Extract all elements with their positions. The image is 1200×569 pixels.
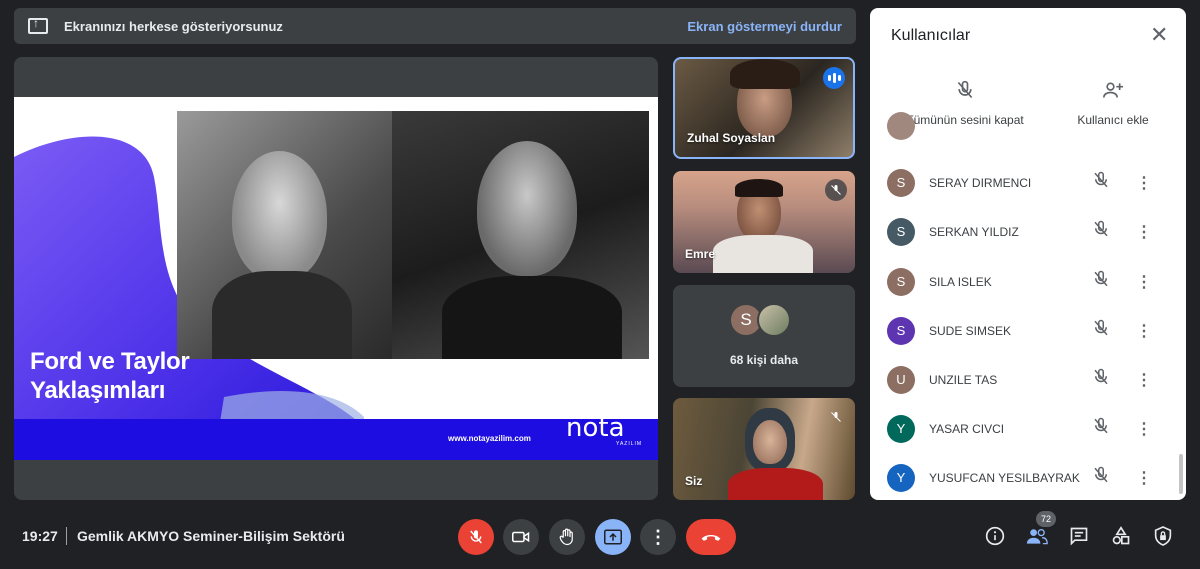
people-icon [1026,528,1048,545]
more-vert-icon: ⋮ [649,527,667,547]
slide-footer-bar [14,419,658,460]
participant-row[interactable]: Y YASAR CIVCI ⋮ [870,404,1180,453]
avatar: Y [887,414,915,443]
self-view-tile[interactable]: Siz [673,398,855,500]
participant-name: Siz [685,474,703,488]
mic-off-icon[interactable] [1092,270,1110,293]
meeting-details-button[interactable] [981,522,1009,550]
mic-off-icon[interactable] [1092,368,1110,391]
mic-off-icon [470,530,482,544]
present-screen-button[interactable] [595,519,631,555]
participant-row[interactable]: Y YUSUFCAN YESILBAYRAK ⋮ [870,453,1180,500]
bottom-toolbar: 19:27 Gemlik AKMYO Seminer-Bilişim Sektö… [0,515,1200,561]
nota-logo-sub: YAZILIM [616,441,643,447]
speaking-indicator-icon [823,67,845,89]
participant-name: Emre [685,247,716,261]
mic-off-icon [957,80,973,99]
participant-name: SERAY DIRMENCI [929,175,1032,190]
participant-tile-emre[interactable]: Emre [673,171,855,273]
avatar: S [887,217,915,246]
participant-name: SILA ISLEK [929,274,992,289]
avatar: S [887,267,915,296]
microphone-toggle-button[interactable] [458,519,494,555]
mic-off-icon[interactable] [1092,417,1110,440]
avatar: S [887,316,915,345]
host-controls-button[interactable] [1149,522,1177,550]
participant-name: YASAR CIVCI [929,421,1005,436]
more-vert-icon[interactable]: ⋮ [1136,321,1152,341]
slide-website: www.notayazilim.com [448,434,531,443]
avatar: Y [887,463,915,492]
avatar: U [887,365,915,394]
more-participants-avatars: S [729,303,791,337]
avatar [887,112,915,140]
mic-off-icon [825,406,847,428]
panel-scrollbar[interactable] [1179,454,1183,494]
slide-title: Ford ve Taylor Yaklaşımları [30,347,190,405]
sharing-message: Ekranınızı herkese gösteriyorsunuz [64,18,283,34]
more-vert-icon[interactable]: ⋮ [1136,370,1152,390]
stop-sharing-button[interactable]: Ekran göstermeyi durdur [687,19,842,34]
participant-name: SERKAN YILDIZ [929,224,1019,239]
call-end-icon [701,535,721,541]
videocam-icon [512,531,530,543]
info-icon [985,526,1005,546]
more-vert-icon[interactable]: ⋮ [1136,272,1152,292]
slide-title-line1: Ford ve Taylor [30,348,190,375]
participant-row[interactable]: U UNZILE TAS ⋮ [870,355,1180,404]
participant-name: Zuhal Soyaslan [687,131,776,145]
shield-lock-icon [1154,526,1172,546]
participant-name: SUDE SIMSEK [929,323,1012,338]
avatar: S [887,168,915,197]
participant-name: UNZILE TAS [929,372,998,387]
nota-logo: nota [566,413,625,443]
clock-time: 19:27 [22,528,58,544]
more-participants-label: 68 kişi daha [729,353,799,367]
add-person-icon [1103,82,1123,98]
present-to-all-icon [604,529,622,545]
presentation-stage: Ford ve Taylor Yaklaşımları www.notayazi… [14,57,658,500]
slide-title-line2: Yaklaşımları [30,377,166,404]
more-vert-icon[interactable]: ⋮ [1136,419,1152,439]
camera-toggle-button[interactable] [503,519,539,555]
participant-tile-zuhal[interactable]: Zuhal Soyaslan [673,57,855,159]
more-options-button[interactable]: ⋮ [640,519,676,555]
mic-off-icon[interactable] [1092,171,1110,194]
hand-icon [559,528,573,546]
participant-count-badge: 72 [1036,511,1056,527]
participant-row[interactable]: S SILA ISLEK ⋮ [870,257,1180,306]
mic-off-icon [825,179,847,201]
participant-name: YUSUFCAN YESILBAYRAK [929,470,1080,485]
more-vert-icon[interactable]: ⋮ [1136,173,1152,193]
mic-off-icon[interactable] [1092,220,1110,243]
ford-portrait-image [177,111,392,359]
panel-title: Kullanıcılar [891,27,971,44]
participant-row[interactable]: S SERKAN YILDIZ ⋮ [870,207,1180,256]
chat-icon [1070,527,1088,546]
mic-off-icon[interactable] [1092,319,1110,342]
taylor-portrait-image [392,111,649,359]
mic-off-icon[interactable] [1092,466,1110,489]
shared-slide: Ford ve Taylor Yaklaşımları www.notayazi… [14,97,658,460]
raise-hand-button[interactable] [549,519,585,555]
close-icon[interactable]: ✕ [1150,22,1168,48]
screen-share-banner: Ekranınızı herkese gösteriyorsunuz Ekran… [14,8,856,44]
meeting-title: Gemlik AKMYO Seminer-Bilişim Sektörü [77,528,345,544]
participant-row[interactable]: S SUDE SIMSEK ⋮ [870,306,1180,355]
divider [66,527,67,545]
list-item [870,112,1180,142]
more-vert-icon[interactable]: ⋮ [1136,468,1152,488]
chat-button[interactable] [1065,522,1093,550]
more-participants-tile[interactable]: S 68 kişi daha [673,285,855,387]
participant-row[interactable]: S SERAY DIRMENCI ⋮ [870,158,1180,207]
activities-button[interactable] [1107,522,1135,550]
avatar-photo [757,303,791,337]
participants-panel: Kullanıcılar ✕ Tümünün sesini kapat Kull… [870,8,1186,500]
leave-call-button[interactable] [686,519,736,555]
shapes-icon [1112,526,1130,545]
more-vert-icon[interactable]: ⋮ [1136,222,1152,242]
present-screen-icon [28,16,48,34]
